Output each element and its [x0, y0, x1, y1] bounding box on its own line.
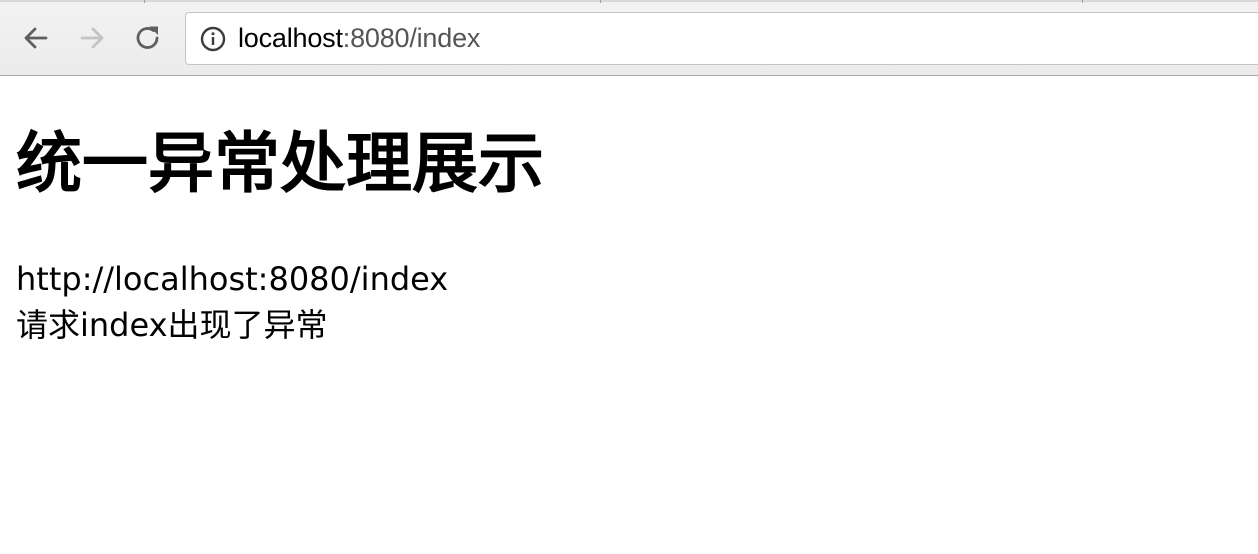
url-host: localhost	[238, 23, 343, 53]
info-circle-icon[interactable]	[200, 26, 226, 52]
reload-button[interactable]	[130, 20, 166, 56]
browser-toolbar: localhost:8080/index	[0, 0, 1258, 76]
back-button[interactable]	[18, 20, 54, 56]
tab-strip-edge	[0, 0, 1258, 2]
url-text[interactable]: localhost:8080/index	[238, 23, 480, 54]
arrow-left-icon	[24, 27, 48, 49]
request-url-text: http://localhost:8080/index	[16, 260, 449, 298]
url-path: :8080/index	[342, 23, 481, 53]
tab-divider	[600, 0, 601, 3]
page-content: 统一异常处理展示 http://localhost:8080/index 请求i…	[16, 76, 1246, 348]
page-title: 统一异常处理展示	[16, 125, 544, 202]
tab-divider	[1082, 0, 1083, 3]
tab-divider	[144, 0, 145, 3]
forward-button[interactable]	[74, 20, 110, 56]
error-message-text: 请求index出现了异常	[16, 306, 328, 344]
arrow-right-icon	[80, 27, 104, 49]
reload-icon	[136, 26, 159, 49]
address-bar[interactable]: localhost:8080/index	[185, 12, 1258, 65]
